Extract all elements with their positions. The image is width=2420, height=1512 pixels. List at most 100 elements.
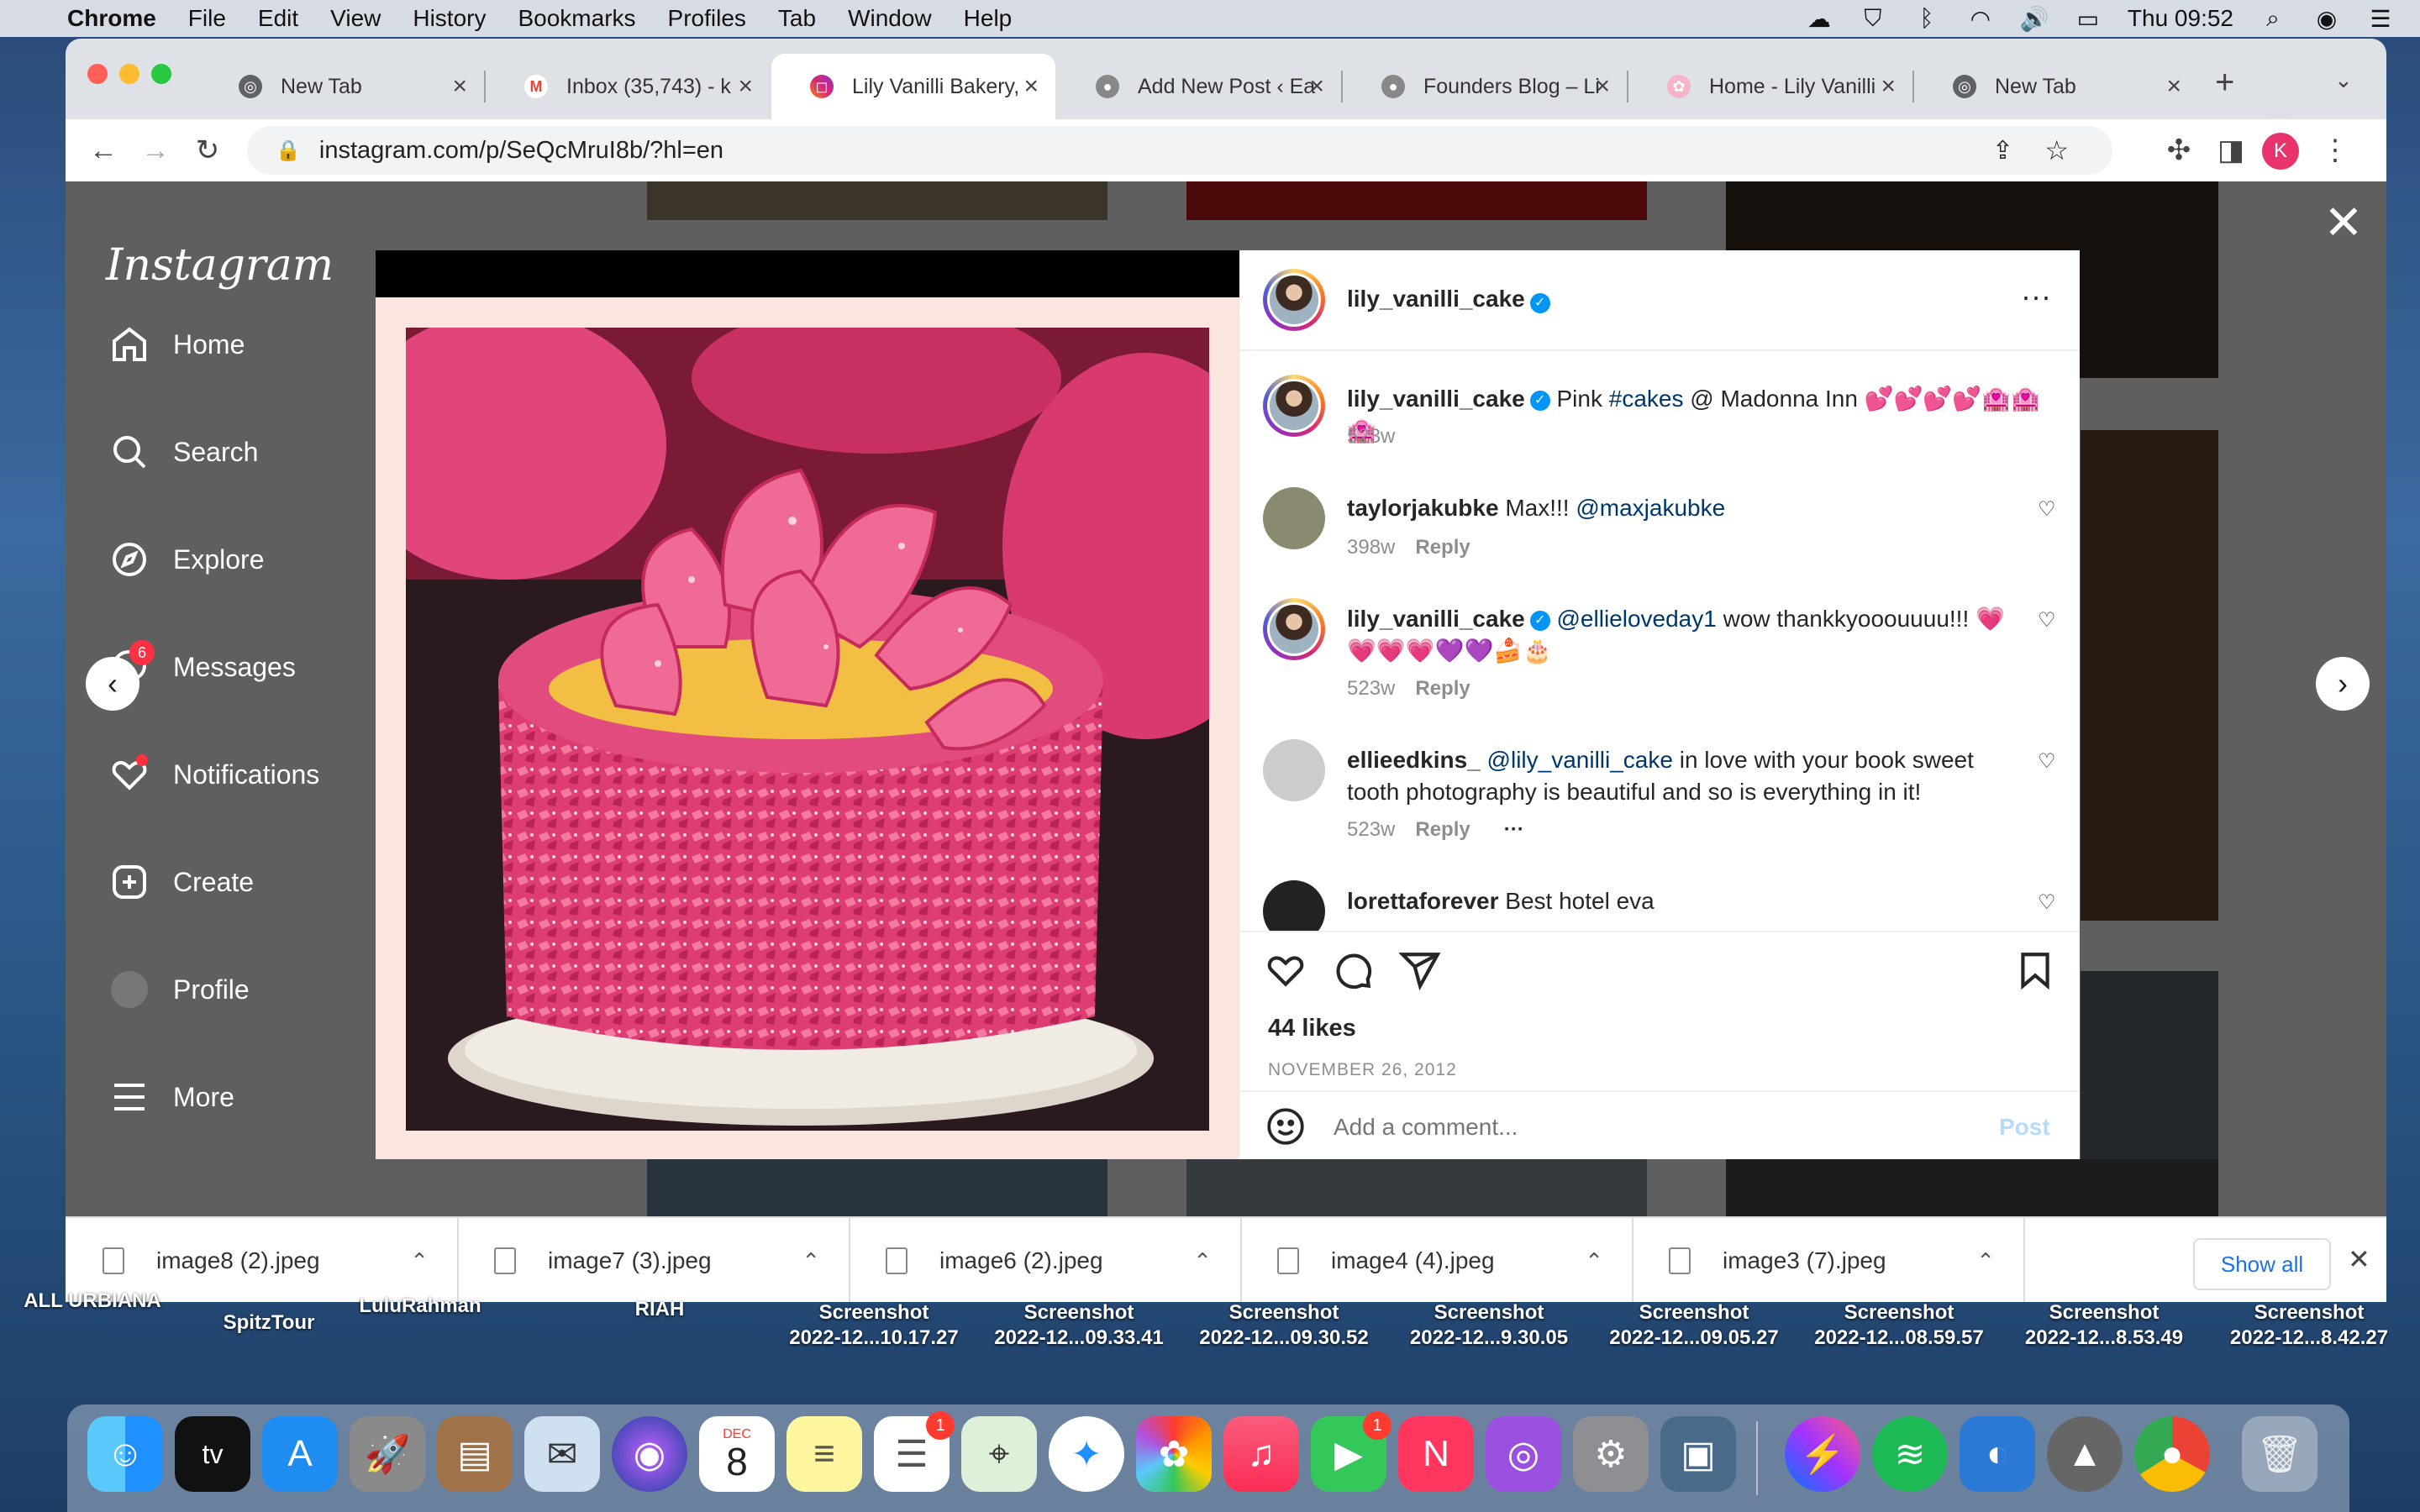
- tab-add-new-post[interactable]: ● Add New Post ‹ Ea ×: [1057, 54, 1341, 119]
- download-item[interactable]: image3 (7).jpeg ⌃: [1632, 1218, 2025, 1302]
- chrome-dock-icon[interactable]: ●: [2134, 1416, 2210, 1492]
- address-bar[interactable]: 🔒 instagram.com/p/SeQcMruI8b/?hl=en ⇪ ☆: [247, 126, 2112, 175]
- chevron-up-icon[interactable]: ⌃: [1585, 1248, 1603, 1274]
- messenger-dock-icon[interactable]: ⚡: [1785, 1416, 1860, 1492]
- post-author[interactable]: lily_vanilli_cake ✓: [1347, 286, 1550, 313]
- desktop-file-label[interactable]: Screenshot 2022-12...09.30.52: [1183, 1300, 1385, 1351]
- menu-tab[interactable]: Tab: [778, 5, 816, 32]
- bluetooth-icon[interactable]: ᛒ: [1912, 5, 1941, 31]
- tab-new-tab-1[interactable]: ◎ New Tab ×: [200, 54, 484, 119]
- desktop-folder-label[interactable]: RIAH: [597, 1297, 723, 1322]
- desktop-folder-label[interactable]: SpitzTour: [202, 1310, 336, 1336]
- menu-clock[interactable]: Thu 09:52: [2128, 5, 2233, 32]
- safari-icon[interactable]: ✦: [1049, 1416, 1124, 1492]
- comment-mention[interactable]: @lily_vanilli_cake: [1487, 747, 1673, 773]
- nav-more[interactable]: More: [106, 1072, 234, 1122]
- chevron-up-icon[interactable]: ⌃: [410, 1248, 429, 1274]
- desktop-file-label[interactable]: Screenshot 2022-12...10.17.27: [773, 1300, 975, 1351]
- reload-icon[interactable]: ↻: [190, 133, 225, 168]
- commenter-avatar[interactable]: [1263, 880, 1325, 931]
- comment-username[interactable]: lily_vanilli_cake: [1347, 606, 1525, 632]
- download-item[interactable]: image7 (3).jpeg ⌃: [457, 1218, 850, 1302]
- tab-home-lily-vanilli[interactable]: ✿ Home - Lily Vanilli ×: [1628, 54, 1912, 119]
- tab-close-icon[interactable]: ×: [2166, 72, 2181, 101]
- tab-close-icon[interactable]: ×: [738, 72, 753, 101]
- reply-button[interactable]: Reply: [1415, 818, 1470, 841]
- author-avatar[interactable]: [1263, 269, 1325, 331]
- close-downloads-icon[interactable]: ✕: [2348, 1243, 2370, 1275]
- caption-author-avatar[interactable]: [1263, 375, 1325, 437]
- podcasts-icon[interactable]: ◎: [1486, 1416, 1561, 1492]
- menu-history[interactable]: History: [413, 5, 486, 32]
- caption-username[interactable]: lily_vanilli_cake: [1347, 386, 1525, 412]
- tab-close-icon[interactable]: ×: [1023, 72, 1039, 101]
- nav-notifications[interactable]: Notifications: [106, 749, 319, 800]
- caption-hashtag[interactable]: #cakes: [1609, 386, 1684, 412]
- spotlight-search-icon[interactable]: ⌕: [2259, 5, 2287, 31]
- contacts-icon[interactable]: ▤: [437, 1416, 513, 1492]
- desktop-file-label[interactable]: Screenshot 2022-12...08.59.57: [1798, 1300, 2000, 1351]
- commenter-avatar[interactable]: [1263, 598, 1325, 660]
- tab-gmail-inbox[interactable]: M Inbox (35,743) - k ×: [486, 54, 770, 119]
- chevron-up-icon[interactable]: ⌃: [802, 1248, 820, 1274]
- profile-avatar[interactable]: K: [2262, 133, 2299, 170]
- like-comment-heart-icon[interactable]: ♡: [2038, 890, 2056, 915]
- comment-username[interactable]: lorettaforever: [1347, 888, 1499, 914]
- back-arrow-icon[interactable]: ←: [86, 133, 121, 168]
- network-utility-icon[interactable]: ▣: [1660, 1416, 1736, 1492]
- close-modal-icon[interactable]: ✕: [2323, 199, 2365, 246]
- window-close-button[interactable]: [87, 64, 108, 84]
- forward-arrow-icon[interactable]: →: [138, 133, 173, 168]
- comment-bubble-icon[interactable]: [1332, 949, 1374, 995]
- calendar-icon[interactable]: DEC 8: [699, 1416, 775, 1492]
- save-bookmark-icon[interactable]: [2014, 949, 2056, 995]
- siri-icon[interactable]: ◉: [2312, 6, 2341, 32]
- reply-button[interactable]: Reply: [1415, 536, 1470, 559]
- desktop-file-label[interactable]: Screenshot 2022-12...8.53.49: [2003, 1300, 2205, 1351]
- comment-time[interactable]: 398w: [1347, 536, 1395, 559]
- like-heart-icon[interactable]: [1265, 949, 1307, 995]
- nav-search[interactable]: Search: [106, 427, 258, 477]
- notes-icon[interactable]: ≡: [786, 1416, 862, 1492]
- news-icon[interactable]: N: [1398, 1416, 1474, 1492]
- like-comment-heart-icon[interactable]: ♡: [2038, 749, 2056, 774]
- window-minimize-button[interactable]: [119, 64, 139, 84]
- comment-time[interactable]: 523w: [1347, 677, 1395, 700]
- share-paper-plane-icon[interactable]: [1398, 949, 1441, 995]
- url-text[interactable]: instagram.com/p/SeQcMruI8b/?hl=en: [319, 137, 723, 165]
- menu-app-name[interactable]: Chrome: [67, 5, 156, 32]
- menu-edit[interactable]: Edit: [258, 5, 298, 32]
- instagram-logo[interactable]: Instagram: [106, 240, 334, 291]
- commenter-avatar[interactable]: [1263, 739, 1325, 801]
- battery-icon[interactable]: ▭: [2074, 6, 2102, 32]
- comment-mention[interactable]: @maxjakubke: [1576, 495, 1725, 521]
- shield-icon[interactable]: ⛉: [1859, 5, 1887, 31]
- outlook-or-edge-icon[interactable]: ◐: [1960, 1416, 2035, 1492]
- system-preferences-gear-icon[interactable]: ⚙: [1573, 1416, 1649, 1492]
- download-item[interactable]: image6 (2).jpeg ⌃: [849, 1218, 1242, 1302]
- next-post-chevron-icon[interactable]: ›: [2316, 657, 2370, 711]
- app-store-icon[interactable]: A: [262, 1416, 338, 1492]
- previous-post-chevron-icon[interactable]: ‹: [86, 657, 139, 711]
- comment-time[interactable]: 523w: [1347, 818, 1395, 841]
- menu-profiles[interactable]: Profiles: [668, 5, 746, 32]
- nav-explore[interactable]: Explore: [106, 534, 265, 585]
- menu-file[interactable]: File: [188, 5, 226, 32]
- tab-lily-vanilli-bakery[interactable]: ◻ Lily Vanilli Bakery, ×: [771, 54, 1055, 119]
- extensions-puzzle-icon[interactable]: ✣: [2161, 133, 2196, 168]
- desktop-file-label[interactable]: Screenshot 2022-12...09.05.27: [1593, 1300, 1795, 1351]
- volume-icon[interactable]: 🔊: [2019, 6, 2049, 32]
- more-options-icon[interactable]: ···: [2021, 279, 2051, 314]
- nav-home[interactable]: Home: [106, 319, 245, 370]
- desktop-file-label[interactable]: Screenshot 2022-12...8.42.27: [2208, 1300, 2410, 1351]
- pink-cake-photo[interactable]: [406, 328, 1209, 1131]
- desktop-file-label[interactable]: Screenshot 2022-12...9.30.05: [1388, 1300, 1590, 1351]
- maps-icon[interactable]: ⌖: [961, 1416, 1037, 1492]
- music-icon[interactable]: ♫: [1223, 1416, 1299, 1492]
- like-comment-heart-icon[interactable]: ♡: [2038, 497, 2056, 522]
- menu-window[interactable]: Window: [848, 5, 932, 32]
- tab-close-icon[interactable]: ×: [452, 72, 467, 101]
- emoji-smiley-icon[interactable]: [1265, 1105, 1307, 1152]
- nav-profile[interactable]: Profile: [106, 964, 250, 1015]
- preview-icon[interactable]: ✉: [524, 1416, 600, 1492]
